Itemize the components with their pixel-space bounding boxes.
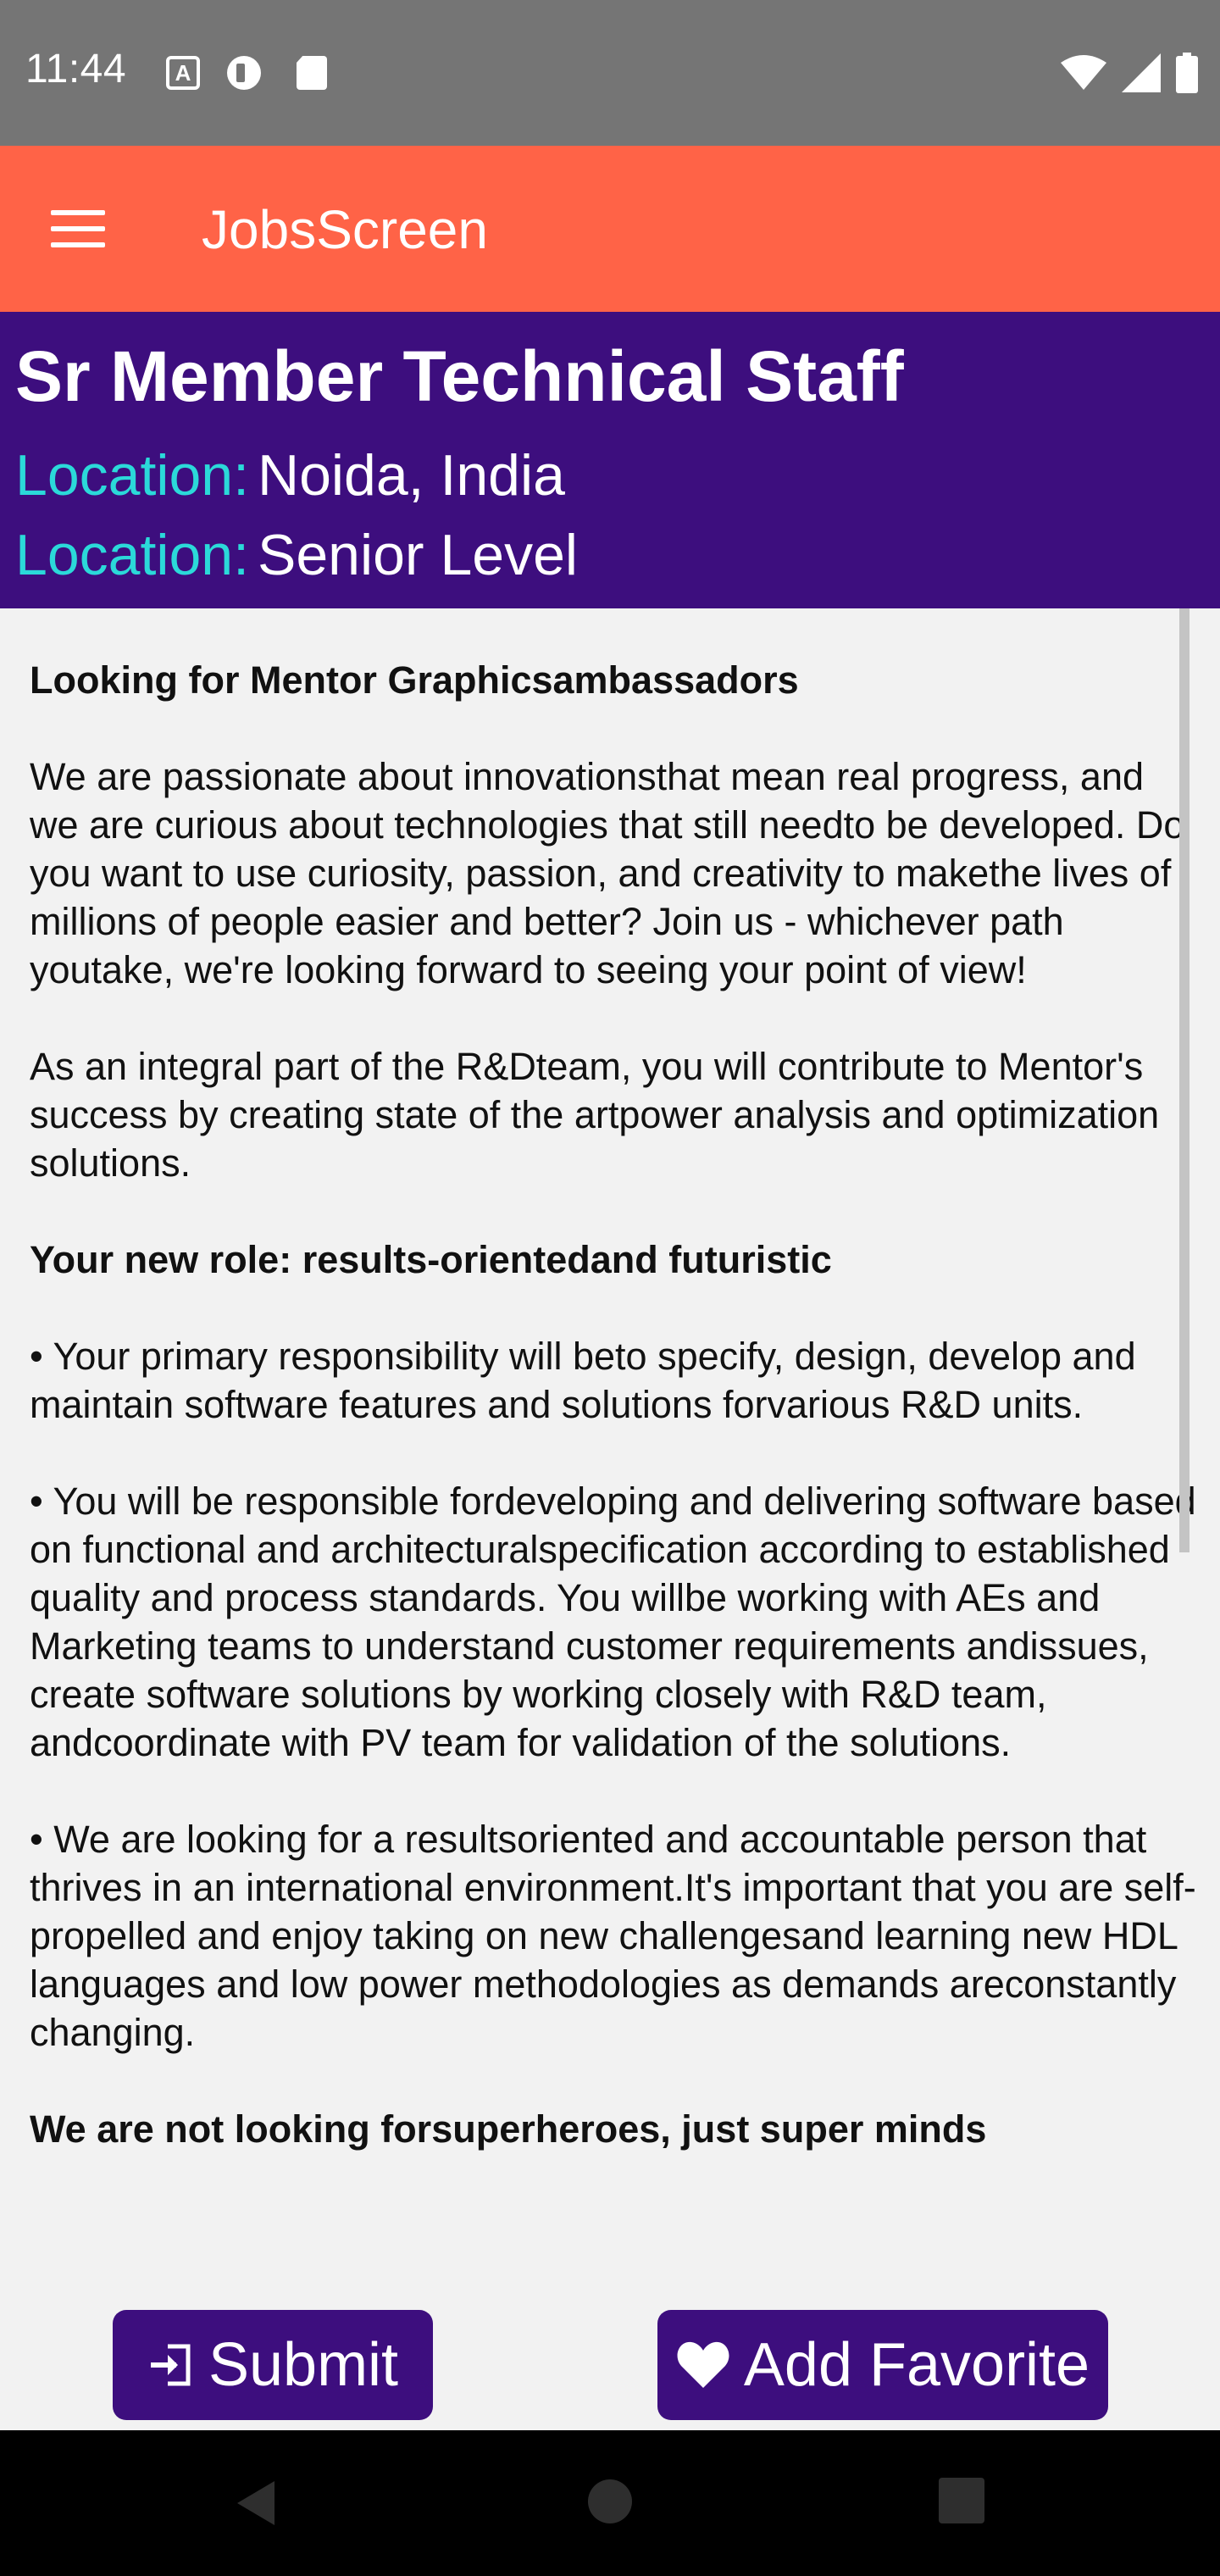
description-bullet: • You will be responsible fordeveloping …: [30, 1480, 1196, 1764]
pocket-icon: [227, 56, 261, 90]
job-title: Sr Member Technical Staff: [15, 336, 904, 416]
signal-icon: [1122, 53, 1161, 92]
level-label: Location:: [15, 523, 249, 587]
level-row: Location: Senior Level: [15, 522, 578, 588]
sign-in-icon: [150, 2344, 191, 2386]
heart-icon: [677, 2341, 729, 2388]
submit-button[interactable]: Submit: [113, 2310, 433, 2420]
scrollbar[interactable]: [1179, 608, 1190, 1552]
recents-icon[interactable]: [939, 2478, 984, 2523]
location-value: Noida, India: [257, 443, 565, 508]
add-favorite-button[interactable]: Add Favorite: [657, 2310, 1108, 2420]
description-bullet: • We are looking for a resultsoriented a…: [30, 1818, 1196, 2054]
wifi-icon: [1061, 55, 1106, 90]
level-value: Senior Level: [257, 523, 579, 587]
status-time: 11:44: [25, 47, 127, 92]
description-heading: Looking for Mentor Graphicsambassadors: [30, 658, 799, 702]
favorite-label: Add Favorite: [743, 2331, 1090, 2399]
description-bullet: • Your primary responsibility will beto …: [30, 1335, 1136, 1426]
navigation-bar: [0, 2430, 1220, 2576]
accessibility-icon: A: [166, 56, 200, 90]
job-header: Sr Member Technical Staff Location: Noida…: [0, 312, 1220, 608]
submit-label: Submit: [208, 2331, 399, 2399]
description-heading: We are not looking forsuperheroes, just …: [30, 2107, 987, 2151]
location-label: Location:: [15, 443, 249, 508]
app-title: JobsScreen: [202, 199, 488, 260]
job-description[interactable]: Looking for Mentor Graphicsambassadors W…: [0, 608, 1220, 2430]
description-paragraph: As an integral part of the R&Dteam, you …: [30, 1045, 1160, 1185]
battery-icon: [1176, 53, 1198, 93]
sd-card-icon: [297, 56, 327, 90]
description-heading: Your new role: results-orientedand futur…: [30, 1238, 832, 1281]
app-bar: JobsScreen: [0, 146, 1220, 312]
menu-icon[interactable]: [51, 208, 105, 249]
description-paragraph: We are passionate about innovationsthat …: [30, 755, 1185, 991]
location-row: Location: Noida, India: [15, 442, 565, 508]
status-right-icons: [1061, 53, 1198, 93]
back-icon[interactable]: [234, 2478, 278, 2529]
home-icon[interactable]: [586, 2478, 634, 2525]
status-bar: 11:44 A: [0, 0, 1220, 146]
